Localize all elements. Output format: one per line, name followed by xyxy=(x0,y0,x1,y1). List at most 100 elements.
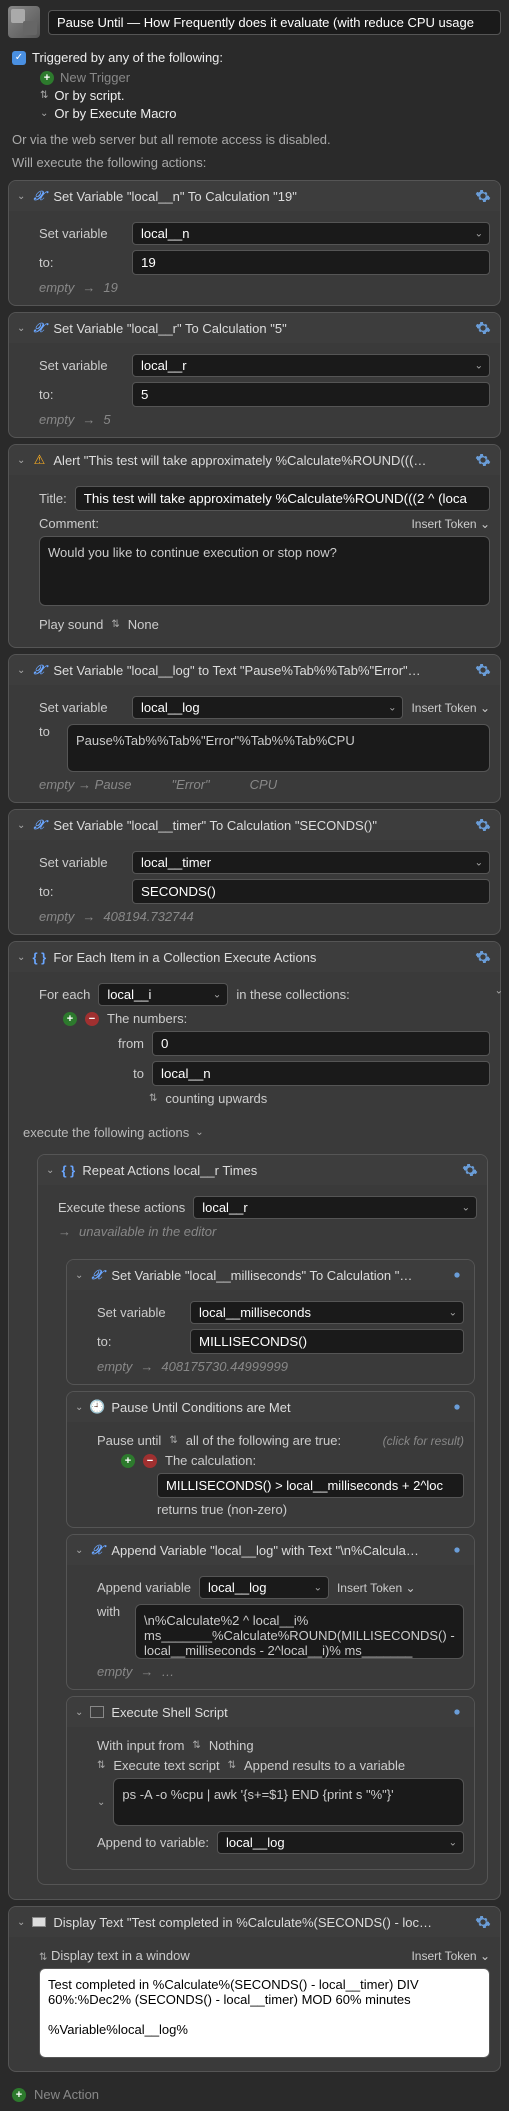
from-input[interactable] xyxy=(152,1031,490,1056)
action-pause-until[interactable]: ⌄ 🕘 Pause Until Conditions are Met Pause… xyxy=(66,1391,475,1528)
insert-token-button[interactable]: Insert Token ⌄ xyxy=(337,1581,416,1595)
arrow-icon: → xyxy=(82,909,95,924)
append-var-combo[interactable]: local__log⌄ xyxy=(217,1831,464,1854)
chevron-down-icon[interactable]: ⌄ xyxy=(75,1707,83,1718)
shell-script-textarea[interactable]: ps -A -o %cpu | awk '{s+=$1} END {print … xyxy=(113,1778,464,1826)
set-variable-label: Set variable xyxy=(39,226,124,241)
chevron-down-icon[interactable]: ⌄ xyxy=(75,1545,83,1556)
gear-icon[interactable] xyxy=(448,1541,466,1559)
remove-collection-button[interactable]: − xyxy=(85,1012,99,1026)
gear-icon[interactable] xyxy=(474,948,492,966)
action-set-variable-n[interactable]: ⌄ 𝒳 Set Variable "local__n" To Calculati… xyxy=(8,180,501,306)
updown-icon[interactable]: ⇅ xyxy=(111,619,119,630)
gear-icon[interactable] xyxy=(448,1266,466,1284)
chevron-down-icon[interactable]: ⌄ xyxy=(17,191,25,202)
chevron-down-icon[interactable]: ⌄ xyxy=(17,1917,25,1928)
value-input[interactable] xyxy=(132,879,490,904)
variable-name-combo[interactable]: local__log⌄ xyxy=(199,1576,329,1599)
action-display-text[interactable]: ⌄ Display Text "Test completed in %Calcu… xyxy=(8,1906,501,2072)
new-action-label[interactable]: New Action xyxy=(34,2087,99,2102)
gear-icon[interactable] xyxy=(474,816,492,834)
empty-label: empty xyxy=(39,280,74,295)
loop-var-combo[interactable]: local__i⌄ xyxy=(98,983,228,1006)
gear-icon[interactable] xyxy=(474,1913,492,1931)
action-shell-script[interactable]: ⌄ Execute Shell Script With input from ⇅… xyxy=(66,1696,475,1870)
action-for-each[interactable]: ⌄ { } For Each Item in a Collection Exec… xyxy=(8,941,501,1900)
with-input-label: With input from xyxy=(97,1738,184,1753)
action-set-variable-log[interactable]: ⌄ 𝒳 Set Variable "local__log" to Text "P… xyxy=(8,654,501,803)
macro-title-input[interactable] xyxy=(48,10,501,35)
chevron-down-icon[interactable]: ⌄ xyxy=(97,1797,105,1808)
updown-icon[interactable]: ⇅ xyxy=(149,1093,157,1104)
action-alert[interactable]: ⌄ ⚠ Alert "This test will take approxima… xyxy=(8,444,501,648)
chevron-down-icon[interactable]: ⌄ xyxy=(17,820,25,831)
updown-icon[interactable]: ⇅ xyxy=(39,1952,47,1963)
updown-icon[interactable]: ⇅ xyxy=(169,1435,177,1446)
insert-token-button[interactable]: Insert Token ⌄ xyxy=(411,517,490,531)
gear-icon[interactable] xyxy=(448,1398,466,1416)
chevron-down-icon[interactable]: ⌄ xyxy=(17,952,25,963)
action-set-variable-ms[interactable]: ⌄ 𝒳 Set Variable "local__milliseconds" T… xyxy=(66,1259,475,1385)
click-for-result[interactable]: (click for result) xyxy=(383,1434,464,1448)
chevron-down-icon[interactable]: ⌄ xyxy=(17,323,25,334)
alert-comment-textarea[interactable]: Would you like to continue execution or … xyxy=(39,536,490,606)
action-set-variable-r[interactable]: ⌄ 𝒳 Set Variable "local__r" To Calculati… xyxy=(8,312,501,438)
updown-icon[interactable]: ⇅ xyxy=(192,1740,200,1751)
repeat-count-combo[interactable]: local__r⌄ xyxy=(193,1196,477,1219)
variable-name-combo[interactable]: local__r⌄ xyxy=(132,354,490,377)
append-value-textarea[interactable]: \n%Calculate%2 ^ local__i% ms_______%Cal… xyxy=(135,1604,464,1659)
chevron-down-icon[interactable]: ⌄ xyxy=(40,108,48,119)
variable-name-combo[interactable]: local__timer⌄ xyxy=(132,851,490,874)
variable-name-combo[interactable]: local__n⌄ xyxy=(132,222,490,245)
action-set-variable-timer[interactable]: ⌄ 𝒳 Set Variable "local__timer" To Calcu… xyxy=(8,809,501,935)
alert-icon: ⚠ xyxy=(31,452,47,468)
remove-condition-button[interactable]: − xyxy=(143,1454,157,1468)
chevron-down-icon[interactable]: ⌄ xyxy=(17,455,25,466)
append-type[interactable]: Append results to a variable xyxy=(244,1758,405,1773)
chevron-down-icon[interactable]: ⌄ xyxy=(195,1127,203,1138)
value-input[interactable] xyxy=(132,382,490,407)
loop-icon: { } xyxy=(60,1162,76,1178)
gear-icon[interactable] xyxy=(474,187,492,205)
variable-name-combo[interactable]: local__log⌄ xyxy=(132,696,403,719)
calc-expression-input[interactable]: MILLISECONDS() > local__milliseconds + 2… xyxy=(157,1473,464,1498)
gear-icon[interactable] xyxy=(474,451,492,469)
chevron-down-icon[interactable]: ⌄ xyxy=(46,1165,54,1176)
action-append-variable[interactable]: ⌄ 𝒳 Append Variable "local__log" with Te… xyxy=(66,1534,475,1690)
chevron-down-icon[interactable]: ⌄ xyxy=(75,1270,83,1281)
gear-icon[interactable] xyxy=(474,319,492,337)
add-action-button[interactable]: + xyxy=(12,2088,26,2102)
new-trigger-label[interactable]: New Trigger xyxy=(60,70,130,85)
add-condition-button[interactable]: + xyxy=(121,1454,135,1468)
display-mode-label[interactable]: Display text in a window xyxy=(51,1948,190,1963)
to-input[interactable] xyxy=(152,1061,490,1086)
value-input[interactable] xyxy=(132,250,490,275)
display-icon xyxy=(31,1914,47,1930)
chevron-down-icon[interactable]: ⌄ xyxy=(75,1402,83,1413)
play-sound-label: Play sound xyxy=(39,617,103,632)
pause-until-label: Pause until xyxy=(97,1433,161,1448)
insert-token-button[interactable]: Insert Token ⌄ xyxy=(411,701,490,715)
gear-icon[interactable] xyxy=(448,1703,466,1721)
chevron-down-icon[interactable]: ⌄ xyxy=(17,665,25,676)
sound-value[interactable]: None xyxy=(128,617,159,632)
add-collection-button[interactable]: + xyxy=(63,1012,77,1026)
counting-label[interactable]: counting upwards xyxy=(165,1091,267,1106)
updown-icon[interactable]: ⇅ xyxy=(97,1760,105,1771)
trigger-checkbox[interactable]: ✓ xyxy=(12,51,26,65)
gear-icon[interactable] xyxy=(461,1161,479,1179)
exec-type[interactable]: Execute text script xyxy=(113,1758,219,1773)
or-execute-macro-label[interactable]: Or by Execute Macro xyxy=(54,106,176,121)
variable-name-combo[interactable]: local__milliseconds⌄ xyxy=(190,1301,464,1324)
input-value[interactable]: Nothing xyxy=(209,1738,254,1753)
add-trigger-button[interactable]: + xyxy=(40,71,54,85)
updown-icon[interactable]: ⇅ xyxy=(228,1760,236,1771)
alert-title-input[interactable] xyxy=(75,486,490,511)
insert-token-button[interactable]: Insert Token ⌄ xyxy=(411,1949,490,1963)
value-input[interactable] xyxy=(190,1329,464,1354)
condition-type[interactable]: all of the following are true: xyxy=(186,1433,341,1448)
updown-icon[interactable]: ⇅ xyxy=(40,90,48,101)
log-value-textarea[interactable]: Pause%Tab%%Tab%"Error"%Tab%%Tab%CPU xyxy=(67,724,490,772)
gear-icon[interactable] xyxy=(474,661,492,679)
action-repeat[interactable]: ⌄ { } Repeat Actions local__r Times Exec… xyxy=(37,1154,488,1885)
